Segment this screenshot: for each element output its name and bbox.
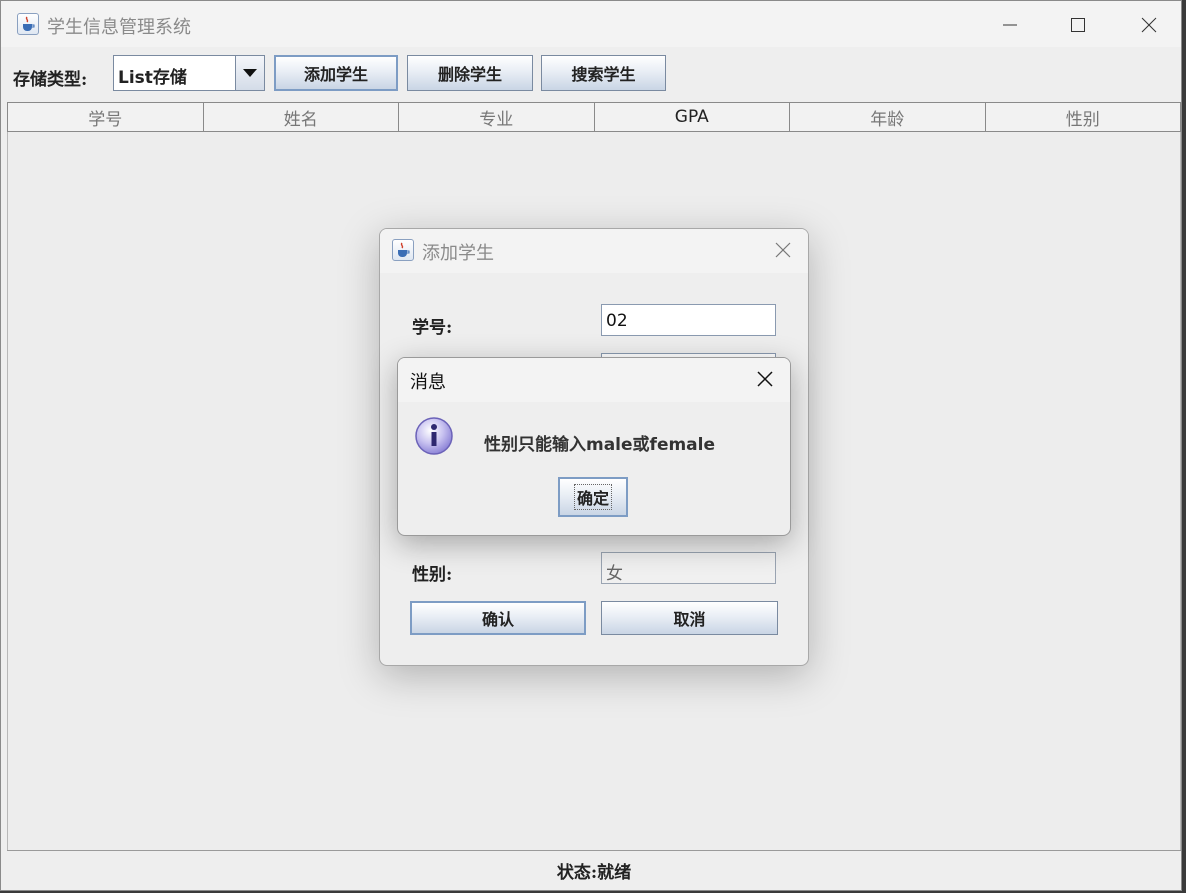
message-dialog-title: 消息 — [410, 372, 446, 393]
close-button[interactable] — [1126, 11, 1172, 39]
add-dialog-titlebar[interactable]: 添加学生 — [380, 229, 808, 273]
column-header-gender[interactable]: 性别 — [985, 103, 1181, 131]
confirm-button[interactable]: 确认 — [410, 601, 586, 635]
column-header-gpa[interactable]: GPA — [594, 103, 790, 131]
column-header-id[interactable]: 学号 — [7, 103, 204, 131]
java-cup-icon — [17, 13, 39, 35]
close-icon — [757, 371, 773, 387]
ok-button-label: 确定 — [573, 484, 612, 510]
status-bar: 状态:就绪 — [7, 850, 1181, 890]
close-icon — [1141, 17, 1157, 33]
maximize-icon — [1071, 18, 1085, 32]
close-icon — [775, 242, 791, 258]
status-text: 状态:就绪 — [556, 863, 632, 883]
java-cup-icon — [392, 239, 414, 261]
add-dialog-title: 添加学生 — [422, 243, 494, 264]
cancel-button[interactable]: 取消 — [601, 601, 778, 635]
info-icon — [414, 416, 456, 462]
storage-type-label: 存储类型: — [13, 70, 88, 90]
delete-student-button[interactable]: 删除学生 — [407, 55, 533, 91]
gender-input[interactable]: 女 — [601, 552, 776, 584]
add-student-button[interactable]: 添加学生 — [274, 55, 398, 91]
add-dialog-close-button[interactable] — [774, 241, 792, 263]
gender-label: 性别: — [412, 565, 453, 585]
table-header: 学号 姓名 专业 GPA 年龄 性别 — [7, 102, 1181, 132]
student-id-input[interactable]: 02 — [601, 304, 776, 336]
message-dialog-titlebar[interactable]: 消息 — [398, 358, 790, 402]
storage-type-select[interactable]: List存储 — [113, 55, 265, 91]
column-header-name[interactable]: 姓名 — [203, 103, 399, 131]
message-dialog-close-button[interactable] — [756, 370, 774, 392]
ok-button[interactable]: 确定 — [558, 477, 628, 517]
message-text: 性别只能输入male或female — [484, 435, 716, 455]
storage-type-dropdown-button[interactable] — [235, 56, 264, 90]
window-title: 学生信息管理系统 — [47, 17, 191, 38]
chevron-down-icon — [243, 69, 257, 77]
search-student-button[interactable]: 搜索学生 — [541, 55, 666, 91]
message-dialog: 消息 性别只能输入male或female 确定 — [397, 357, 791, 536]
window-titlebar[interactable]: 学生信息管理系统 — [1, 1, 1181, 47]
student-id-label: 学号: — [412, 318, 453, 338]
minimize-button[interactable] — [987, 11, 1033, 39]
minimize-icon — [1003, 24, 1017, 26]
column-header-major[interactable]: 专业 — [399, 103, 595, 131]
maximize-button[interactable] — [1055, 11, 1101, 39]
storage-type-value: List存储 — [118, 68, 187, 88]
column-header-age[interactable]: 年龄 — [790, 103, 986, 131]
